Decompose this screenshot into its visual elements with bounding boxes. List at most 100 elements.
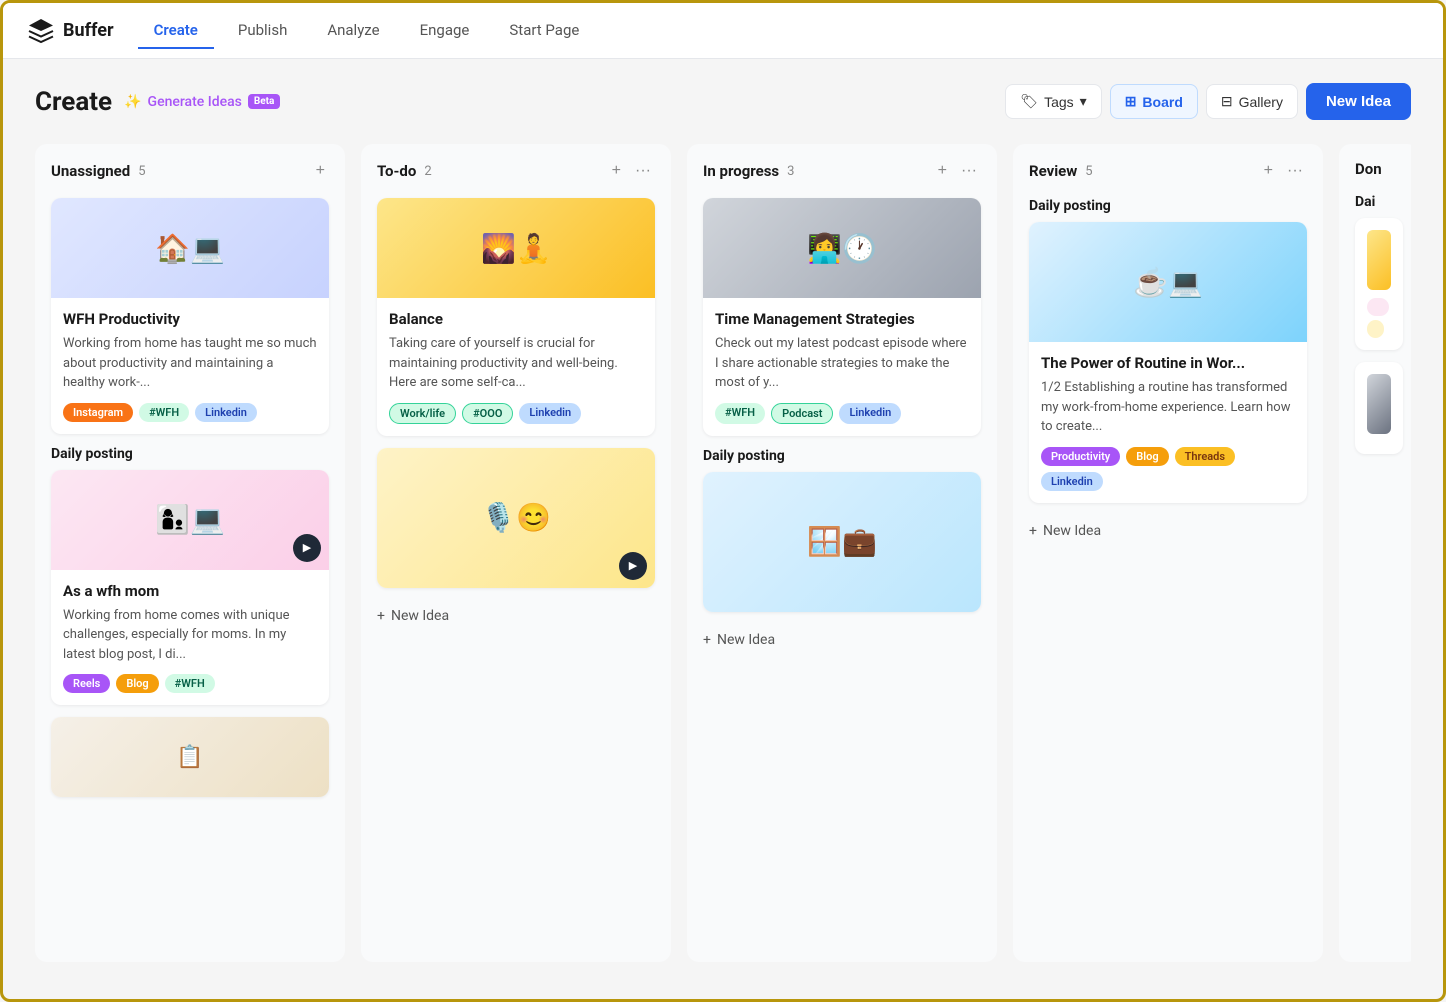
col-title-todo: To-do [377,162,416,180]
tag-podcast: Podcast [771,403,833,424]
plus-icon-in-progress: + [703,632,711,648]
card-desc-mom: Working from home comes with unique chal… [63,606,317,665]
column-header-done: Don [1355,160,1403,178]
nav-create[interactable]: Create [138,13,214,49]
nav-publish[interactable]: Publish [222,13,303,49]
card-title-mom: As a wfh mom [63,582,317,600]
group-label-daily-review: Daily posting [1029,198,1307,214]
column-unassigned: Unassigned 5 + 🏠💻 WFH Productivity Worki… [35,144,345,962]
top-nav: Buffer Create Publish Analyze Engage Sta… [3,3,1443,59]
card-daily-in-progress: 🪟💼 [703,472,981,612]
partial-img-1 [1367,230,1391,290]
card-image-planner: 📋 [51,717,329,797]
column-done-partial: Don Dai [1339,144,1411,962]
col-add-in-progress[interactable]: + [934,160,951,182]
group-label-daily-unassigned: Daily posting [51,446,329,462]
col-actions-review: + ··· [1260,160,1307,182]
col-add-unassigned[interactable]: + [312,160,329,182]
column-in-progress: In progress 3 + ··· 👩‍💻🕐 Time Management… [687,144,997,962]
card-planner-partial: 📋 [51,717,329,797]
tag-threads: Threads [1175,447,1235,466]
col-count-in-progress: 3 [787,164,794,179]
gallery-view-button[interactable]: ⊟ Gallery [1206,84,1298,119]
card-image-podcast: 🎙️😊 [377,448,655,588]
card-title-wfh: WFH Productivity [63,310,317,328]
new-idea-in-progress[interactable]: + New Idea [703,624,981,656]
tag-blog-1: Blog [116,674,158,693]
plus-icon-review: + [1029,523,1037,539]
col-more-in-progress[interactable]: ··· [957,160,981,182]
col-more-todo[interactable]: ··· [631,160,655,182]
tag-blog-2: Blog [1126,447,1168,466]
chevron-down-icon: ▾ [1080,93,1087,110]
tag-wfh-3: #WFH [715,403,765,424]
column-header-todo: To-do 2 + ··· [377,160,655,182]
card-title-balance: Balance [389,310,643,328]
board-icon: ⊞ [1125,93,1137,110]
col-title-done: Don [1355,160,1382,178]
video-badge-podcast: ▶ [619,552,647,580]
card-title-routine: The Power of Routine in Wor... [1041,354,1295,372]
card-tags-time: #WFH Podcast Linkedin [715,403,969,424]
column-todo: To-do 2 + ··· 🌄🧘 Balance Taking care of … [361,144,671,962]
video-badge-mom: ▶ [293,534,321,562]
col-add-todo[interactable]: + [608,160,625,182]
column-review: Review 5 + ··· Daily posting ☕💻 The Powe… [1013,144,1323,962]
new-idea-review[interactable]: + New Idea [1029,515,1307,547]
col-title-unassigned: Unassigned [51,162,130,180]
nav-engage[interactable]: Engage [404,13,486,49]
tag-icon: 🏷 [1020,93,1038,110]
nav-analyze[interactable]: Analyze [311,13,395,49]
tag-wfh-1: #WFH [139,403,189,422]
card-balance: 🌄🧘 Balance Taking care of yourself is cr… [377,198,655,436]
new-idea-todo[interactable]: + New Idea [377,600,655,632]
partial-card-1 [1355,218,1403,350]
page-content: Create ✨ Generate Ideas Beta 🏷 Tags ▾ ⊞ … [3,59,1443,1002]
tag-instagram: Instagram [63,403,133,422]
col-title-in-progress: In progress [703,162,779,180]
col-more-review[interactable]: ··· [1283,160,1307,182]
gallery-icon: ⊟ [1221,93,1233,110]
nav-start-page[interactable]: Start Page [493,13,595,49]
card-wfh-mom: 👩‍👦💻 ▶ As a wfh mom Working from home co… [51,470,329,706]
col-count-todo: 2 [424,164,431,179]
card-desc-balance: Taking care of yourself is crucial for m… [389,334,643,393]
card-tags-routine: Productivity Blog Threads Linkedin [1041,447,1295,491]
card-image-container-mom: 👩‍👦💻 ▶ [51,470,329,570]
tag-reels: Reels [63,674,110,693]
partial-tag-pink [1367,298,1389,316]
tag-linkedin-4: Linkedin [1041,472,1103,491]
card-wfh-productivity: 🏠💻 WFH Productivity Working from home ha… [51,198,329,434]
card-image-mom: 👩‍👦💻 [51,470,329,570]
tag-worklife: Work/life [389,403,456,424]
card-desc-routine: 1/2 Establishing a routine has transform… [1041,378,1295,437]
tag-linkedin-3: Linkedin [839,403,901,424]
partial-img-2 [1367,374,1391,434]
col-title-review: Review [1029,162,1077,180]
col-add-review[interactable]: + [1260,160,1277,182]
card-image-time: 👩‍💻🕐 [703,198,981,298]
board-view-button[interactable]: ⊞ Board [1110,84,1198,119]
page-title: Create [35,87,112,117]
tags-button[interactable]: 🏷 Tags ▾ [1005,84,1101,119]
card-body-wfh: WFH Productivity Working from home has t… [51,298,329,434]
column-header-unassigned: Unassigned 5 + [51,160,329,182]
column-header-in-progress: In progress 3 + ··· [703,160,981,182]
partial-tag-yellow [1367,320,1384,338]
card-image-balance: 🌄🧘 [377,198,655,298]
sparkle-icon: ✨ [124,94,141,110]
card-image-wfh: 🏠💻 [51,198,329,298]
card-body-balance: Balance Taking care of yourself is cruci… [377,298,655,436]
col-actions-todo: + ··· [608,160,655,182]
card-desc-wfh: Working from home has taught me so much … [63,334,317,393]
logo-text: Buffer [63,20,114,41]
page-title-area: Create ✨ Generate Ideas Beta [35,87,280,117]
tag-linkedin-2: Linkedin [519,403,581,424]
group-label-daily-in-progress: Daily posting [703,448,981,464]
new-idea-button[interactable]: New Idea [1306,83,1411,120]
header-actions: 🏷 Tags ▾ ⊞ Board ⊟ Gallery New Idea [1005,83,1411,120]
card-tags-mom: Reels Blog #WFH [63,674,317,693]
tag-productivity: Productivity [1041,447,1120,466]
tag-ooo: #OOO [462,403,513,424]
generate-ideas-button[interactable]: ✨ Generate Ideas Beta [124,94,280,110]
